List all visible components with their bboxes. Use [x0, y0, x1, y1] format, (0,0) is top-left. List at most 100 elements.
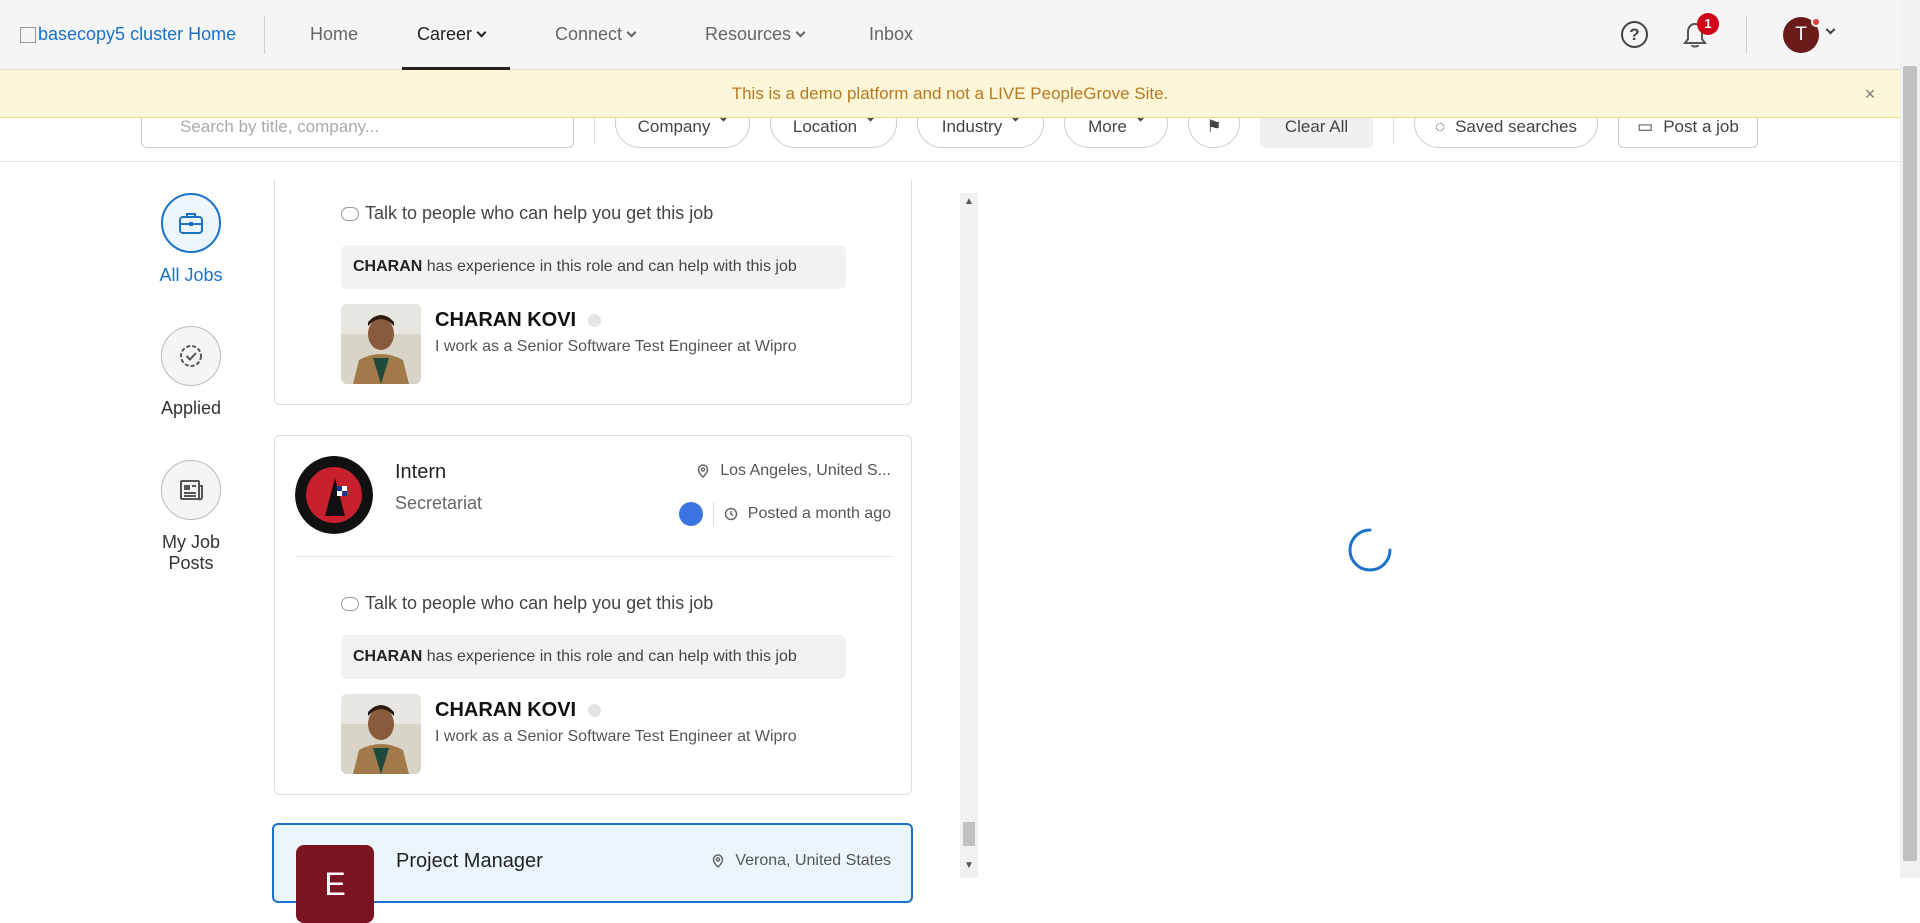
filter-bar: Search by title, company... Company Loca…	[0, 118, 1900, 162]
saved-searches-button[interactable]: ◌ Saved searches	[1414, 118, 1598, 148]
job-posted-text: Posted a month ago	[747, 505, 891, 522]
person-name[interactable]: CHARAN KOVI	[435, 699, 602, 722]
sidebar-item-all-jobs[interactable]: All Jobs	[140, 193, 242, 286]
news-icon	[161, 460, 221, 520]
job-location: Verona, United States	[711, 852, 891, 870]
more-filter-label: More	[1088, 118, 1127, 136]
broken-image-icon	[20, 26, 36, 43]
chevron-down-icon	[795, 27, 806, 38]
person-name-text: CHARAN KOVI	[435, 309, 577, 331]
chevron-down-icon	[865, 118, 876, 122]
job-title[interactable]: Intern	[395, 461, 446, 484]
search-placeholder: Search by title, company...	[180, 118, 380, 136]
chat-bubble-icon	[341, 596, 359, 611]
nav-career-label: Career	[417, 24, 473, 44]
scroll-down-arrow[interactable]: ▼	[960, 857, 978, 875]
search-input[interactable]: Search by title, company...	[141, 118, 574, 148]
saved-searches-label: Saved searches	[1455, 118, 1577, 136]
news-glyph	[180, 480, 203, 501]
nav-home[interactable]: Home	[310, 24, 358, 45]
job-location-text: Los Angeles, United S...	[720, 462, 891, 479]
nav-inbox[interactable]: Inbox	[869, 24, 913, 45]
person-description: I work as a Senior Software Test Enginee…	[435, 728, 797, 745]
job-card[interactable]: Talk to people who can help you get this…	[274, 180, 912, 405]
person-name-text: CHARAN KOVI	[435, 699, 577, 721]
clear-all-label: Clear All	[1284, 118, 1349, 136]
job-posted: Posted a month ago	[678, 502, 891, 526]
loading-spinner-icon	[1348, 528, 1392, 572]
chevron-down-icon	[626, 27, 637, 38]
nav-home-label: Home	[310, 24, 359, 44]
top-navigation: basecopy5 cluster Home Home Career Conne…	[0, 0, 1900, 70]
chevron-down-icon	[1135, 118, 1146, 122]
nav-career[interactable]: Career	[417, 24, 487, 45]
briefcase-icon-glyph	[179, 213, 203, 234]
job-card[interactable]: Intern Secretariat Los Angeles, United S…	[274, 435, 912, 795]
person-photo[interactable]	[341, 304, 421, 384]
nav-resources-label: Resources	[705, 24, 792, 44]
logo-alt-text: basecopy5 cluster Home	[38, 24, 237, 44]
experience-box: CHARAN has experience in this role and c…	[341, 245, 846, 289]
nav-divider	[264, 16, 265, 54]
posted-divider	[712, 502, 714, 526]
check-badge-glyph	[180, 345, 202, 367]
sidebar-item-label: All Jobs	[159, 265, 223, 285]
sidebar-item-applied[interactable]: Applied	[140, 326, 242, 419]
scrollbar-thumb[interactable]	[963, 822, 975, 846]
person-photo-image	[341, 694, 421, 774]
card-divider	[295, 556, 893, 557]
job-list-scrollbar[interactable]	[960, 193, 978, 878]
status-dot	[588, 314, 602, 327]
clock-icon	[724, 507, 738, 521]
demo-banner-text: This is a demo platform and not a LIVE P…	[731, 84, 1169, 103]
secretariat-logo	[295, 456, 373, 534]
more-filter-button[interactable]: More	[1064, 118, 1168, 148]
home-logo-link[interactable]: basecopy5 cluster Home	[20, 24, 236, 45]
nav-resources[interactable]: Resources	[705, 24, 806, 45]
saved-searches-icon: ◌	[1434, 118, 1446, 136]
talk-heading-text: Talk to people who can help you get this…	[365, 593, 714, 613]
company-logo	[295, 456, 373, 534]
nav-inbox-label: Inbox	[869, 24, 914, 44]
job-title[interactable]: Project Manager	[396, 850, 543, 873]
company-filter-button[interactable]: Company	[615, 118, 750, 148]
location-pin-icon	[697, 464, 709, 478]
scroll-up-arrow[interactable]: ▲	[960, 193, 978, 211]
location-filter-button[interactable]: Location	[770, 118, 897, 148]
clear-all-button[interactable]: Clear All	[1260, 118, 1373, 148]
page-scrollbar-thumb[interactable]	[1903, 66, 1917, 861]
sidebar-item-my-job-posts[interactable]: My Job Posts	[140, 460, 242, 574]
job-location-text: Verona, United States	[735, 852, 891, 869]
talk-heading-text: Talk to people who can help you get this…	[365, 203, 714, 223]
location-pin-icon	[713, 854, 724, 868]
post-job-label: Post a job	[1663, 118, 1739, 136]
chevron-down-icon	[718, 118, 729, 122]
talk-heading: Talk to people who can help you get this…	[341, 593, 713, 614]
briefcase-icon	[161, 193, 221, 253]
bookmark-button[interactable]: ⚑	[1188, 118, 1240, 148]
experience-box: CHARAN has experience in this role and c…	[341, 635, 846, 679]
notification-badge: 1	[1697, 13, 1719, 35]
experience-text: has experience in this role and can help…	[426, 258, 797, 275]
company-name: Secretariat	[395, 493, 483, 513]
filter-divider	[594, 118, 595, 144]
check-badge-icon	[161, 326, 221, 386]
experience-name: CHARAN	[353, 258, 423, 275]
chevron-down-icon[interactable]	[1825, 24, 1836, 35]
person-photo[interactable]	[341, 694, 421, 774]
help-icon[interactable]: ?	[1621, 21, 1648, 48]
company-logo: E	[296, 845, 374, 923]
filter-divider	[1393, 118, 1394, 144]
post-job-button[interactable]: ▭ Post a job	[1618, 118, 1758, 148]
person-name[interactable]: CHARAN KOVI	[435, 309, 602, 332]
job-card-selected[interactable]: E Project Manager Verona, United States	[272, 823, 913, 923]
bookmark-icon: ⚑	[1206, 118, 1222, 136]
nav-divider	[1746, 16, 1747, 54]
industry-filter-button[interactable]: Industry	[917, 118, 1044, 148]
close-icon[interactable]: ×	[1860, 70, 1880, 118]
nav-connect[interactable]: Connect	[555, 24, 637, 45]
job-location: Los Angeles, United S...	[696, 462, 891, 480]
demo-banner: This is a demo platform and not a LIVE P…	[0, 70, 1900, 118]
talk-heading: Talk to people who can help you get this…	[341, 203, 713, 224]
experience-name: CHARAN	[353, 648, 423, 665]
